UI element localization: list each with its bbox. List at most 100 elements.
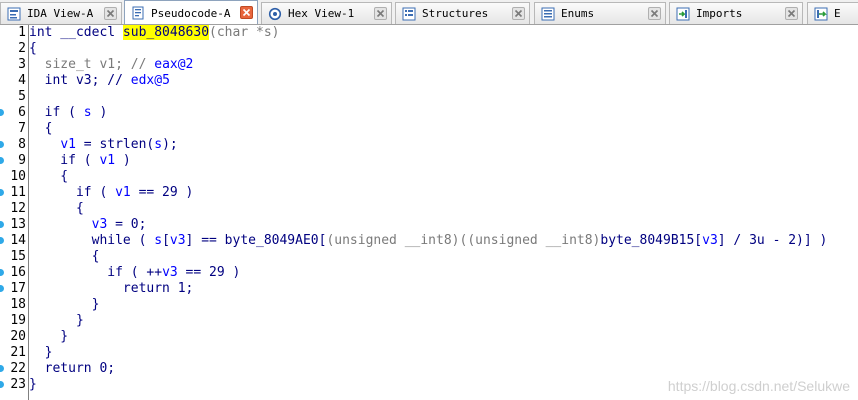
code-line[interactable]: return 0; [29,361,115,377]
line-number: 4 [18,73,26,88]
code-line[interactable]: } [29,377,37,393]
line-number: 3 [18,57,26,72]
line-number: 5 [18,89,26,104]
code-token: } [29,345,53,360]
gutter-line[interactable]: 21 [0,345,28,361]
tab-e[interactable]: E [807,2,858,24]
gutter-line[interactable]: 16 [0,265,28,281]
enums-icon [535,7,561,21]
code-line[interactable]: v3 = 0; [29,217,147,233]
code-line[interactable]: } [29,329,68,345]
code-line[interactable]: return 1; [29,281,193,297]
line-number: 21 [10,345,26,360]
code-token: if ( [29,153,100,168]
code-line[interactable]: v1 = strlen(s); [29,137,177,153]
code-line[interactable]: { [29,121,53,137]
breakpoint-marker-icon[interactable] [0,285,4,292]
breakpoint-marker-icon[interactable] [0,365,4,372]
breakpoint-marker-icon[interactable] [0,157,4,164]
gutter-line[interactable]: 9 [0,153,28,169]
gutter-line[interactable]: 11 [0,185,28,201]
code-line[interactable]: } [29,313,84,329]
breakpoint-marker-icon[interactable] [0,237,4,244]
gutter-line[interactable]: 23 [0,377,28,393]
pseudocode-view[interactable]: 1 2 3 4 5 6 7 8 9 10 11 12 13 14 15 16 17 18 19 20 21 22 23 in… [0,25,858,400]
tab-hex-view-1[interactable]: Hex View-1 [261,2,392,24]
close-icon[interactable] [785,7,798,20]
breakpoint-marker-icon[interactable] [0,381,4,388]
gutter-line[interactable]: 6 [0,105,28,121]
code-line[interactable]: if ( ++v3 == 29 ) [29,265,240,281]
code-line[interactable]: { [29,41,37,57]
line-number: 16 [10,265,26,280]
tab-label: E [834,7,841,20]
line-number: 22 [10,361,26,376]
line-number: 9 [18,153,26,168]
tab-pseudocode-a[interactable]: Pseudocode-A [124,0,258,24]
code-token: v3 [91,217,108,232]
code-token: v1 [60,137,76,152]
code-token: int __cdecl [29,25,123,40]
code-line[interactable]: { [29,249,100,265]
code-line[interactable]: size_t v1; // eax@2 [29,57,194,73]
highlighted-function-name[interactable]: sub_8048630 [122,25,210,40]
breakpoint-marker-icon[interactable] [0,141,4,148]
line-number: 14 [10,233,26,248]
breakpoint-marker-icon[interactable] [0,109,4,116]
breakpoint-marker-icon[interactable] [0,269,4,276]
code-token: int [29,73,76,88]
gutter-line[interactable]: 3 [0,57,28,73]
gutter-line[interactable]: 7 [0,121,28,137]
gutter-line[interactable]: 17 [0,281,28,297]
tab-structures[interactable]: Structures [395,2,530,24]
code-line[interactable]: int v3; // edx@5 [29,73,170,89]
gutter-line[interactable]: 5 [0,89,28,105]
close-icon[interactable] [240,6,253,19]
code-line[interactable]: } [29,297,100,313]
tab-ida-view-a[interactable]: IDA View-A [0,2,122,24]
close-icon[interactable] [374,7,387,20]
gutter-line[interactable]: 13 [0,217,28,233]
code-line[interactable]: } [29,345,53,361]
gutter-line[interactable]: 18 [0,297,28,313]
close-icon[interactable] [104,7,117,20]
gutter-line[interactable]: 10 [0,169,28,185]
breakpoint-marker-icon[interactable] [0,189,4,196]
tab-label: Pseudocode-A [151,6,231,20]
close-icon[interactable] [512,7,525,20]
tab-imports[interactable]: Imports [669,2,803,24]
close-icon[interactable] [648,7,661,20]
gutter-line[interactable]: 20 [0,329,28,345]
code-token: } [29,313,84,328]
breakpoint-marker-icon[interactable] [0,221,4,228]
code-line[interactable]: { [29,169,68,185]
line-number: 10 [10,169,26,184]
tab-enums[interactable]: Enums [534,2,666,24]
code-token: ] == byte_8049AE0[ [185,233,327,248]
structures-icon [396,7,422,21]
gutter-line[interactable]: 19 [0,313,28,329]
code-token: eax@2 [154,57,194,72]
code-token: s [154,137,163,152]
code-line[interactable]: { [29,201,84,217]
gutter-line[interactable]: 12 [0,201,28,217]
gutter-line[interactable]: 1 [0,25,28,41]
code-token: ; // [91,73,131,88]
code-line[interactable]: if ( s ) [29,105,108,121]
gutter-line[interactable]: 15 [0,249,28,265]
code-line[interactable]: if ( v1 == 29 ) [29,185,193,201]
line-number: 23 [10,377,26,392]
gutter-line[interactable]: 4 [0,73,28,89]
code-token: v1 [99,153,116,168]
gutter-line[interactable]: 8 [0,137,28,153]
code-line[interactable]: int __cdecl sub_8048630(char *s) [29,25,279,41]
code-line[interactable]: while ( s[v3] == byte_8049AE0[(unsigned … [29,233,828,249]
gutter-line[interactable]: 22 [0,361,28,377]
code-line[interactable]: if ( v1 ) [29,153,130,169]
gutter-line[interactable]: 2 [0,41,28,57]
code-token: { [29,121,53,136]
code-token: if ( ++ [29,265,163,280]
gutter-line[interactable]: 14 [0,233,28,249]
